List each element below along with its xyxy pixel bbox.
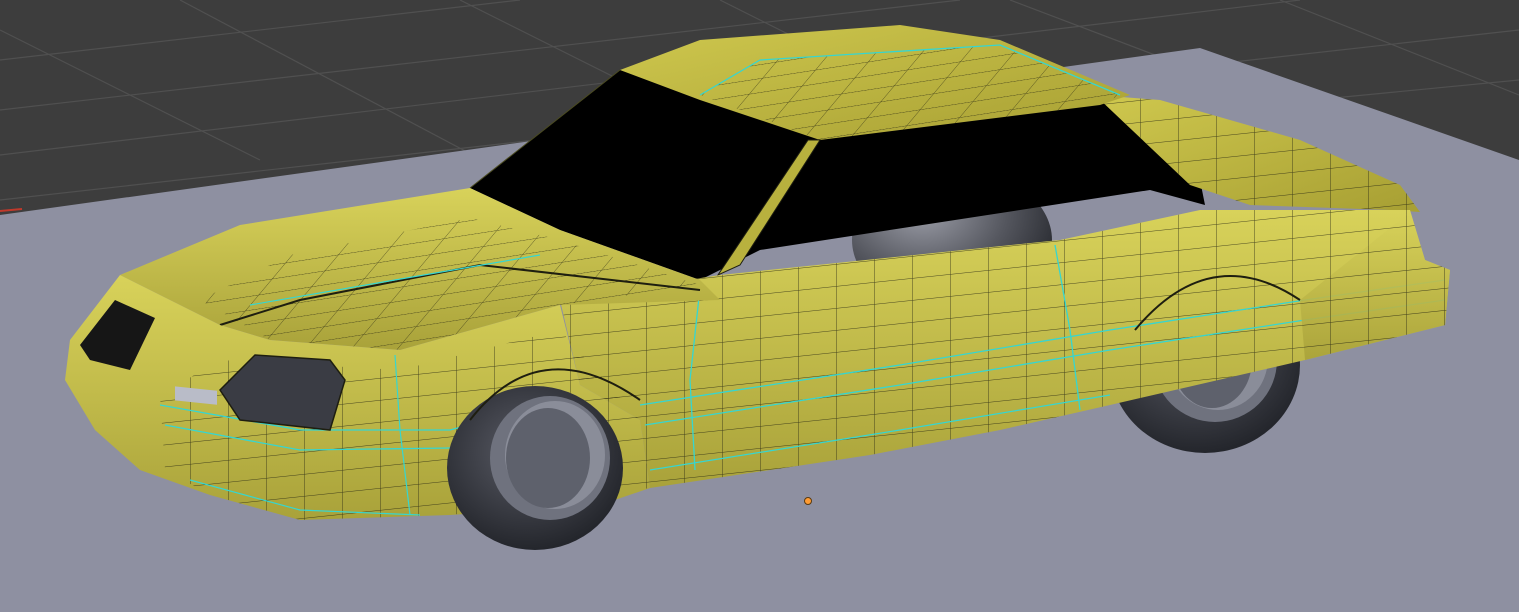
3d-viewport[interactable] bbox=[0, 0, 1519, 612]
front-wheel bbox=[447, 386, 623, 550]
viewport-canvas[interactable] bbox=[0, 0, 1519, 612]
x-axis-red-icon bbox=[0, 208, 23, 212]
object-origin-icon[interactable] bbox=[804, 497, 812, 505]
